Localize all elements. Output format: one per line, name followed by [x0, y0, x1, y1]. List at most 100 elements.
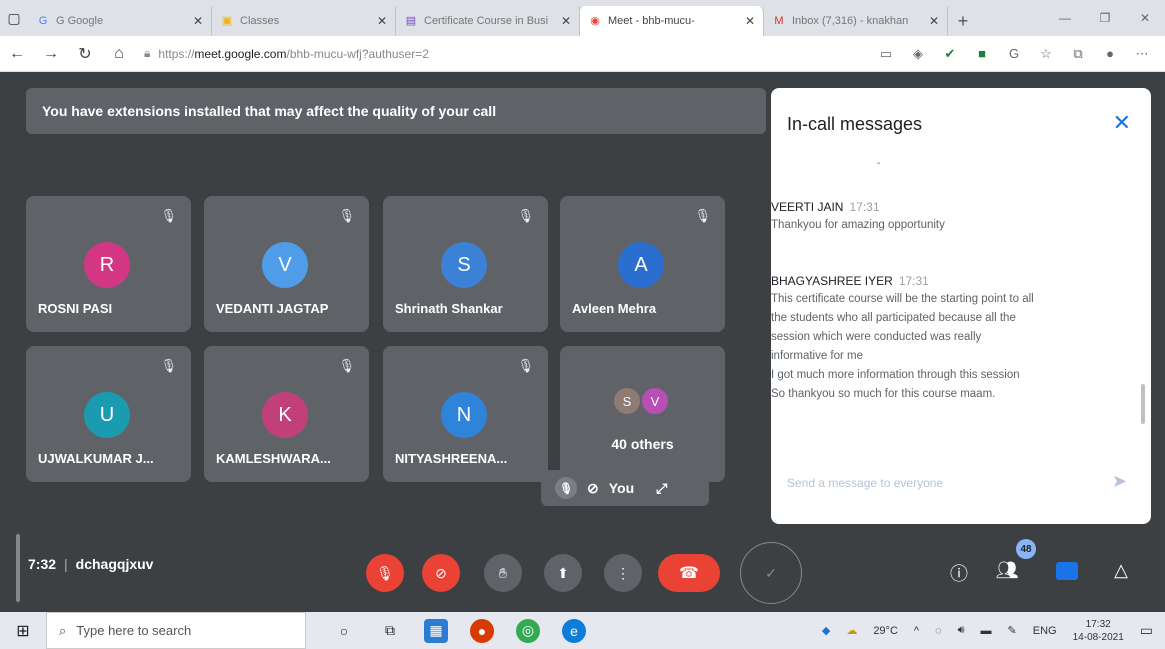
close-window-icon[interactable]: ✕ [1125, 11, 1165, 25]
check-ring-button[interactable]: ✓ [740, 542, 802, 604]
chat-message: BHAGYASHREE IYER 17:31 This certificate c… [771, 274, 1111, 404]
new-tab-button[interactable]: + [948, 6, 978, 36]
avatar-initial: V [278, 253, 292, 276]
separator: | [64, 556, 68, 572]
more-icon[interactable]: ⋯ [1133, 46, 1151, 62]
chevron-up-icon[interactable]: ^ [914, 625, 919, 637]
participant-tile[interactable]: 🎙︎ N NITYASHREENA... [383, 346, 548, 482]
mic-off-icon: 🎙︎ [160, 208, 177, 223]
refresh-icon[interactable]: ↻ [68, 44, 102, 64]
taskbar-search[interactable]: ⌕ Type here to search [46, 612, 306, 649]
tab-meet[interactable]: ◉ Meet - bhb-mucu- ✕ [580, 6, 764, 36]
present-icon: ⬆ [557, 564, 569, 581]
avatar: K [262, 392, 308, 438]
language-indicator[interactable]: ENG [1033, 625, 1057, 637]
network-icon[interactable]: ◌ [935, 625, 942, 637]
close-icon[interactable]: ✕ [377, 14, 387, 28]
sheets-extension-icon[interactable]: ■ [973, 46, 991, 61]
participant-tile[interactable]: 🎙︎ U UJWALKUMAR J... [26, 346, 191, 482]
url-path: /bhb-mucu-wfj?authuser=2 [286, 46, 429, 61]
participant-tile[interactable]: 🎙︎ R ROSNI PASI [26, 196, 191, 332]
edge-icon[interactable]: e [562, 618, 586, 643]
close-icon[interactable]: ✕ [929, 14, 939, 28]
home-icon[interactable]: ⌂ [102, 45, 136, 63]
participant-tile[interactable]: 🎙︎ A Avleen Mehra [560, 196, 725, 332]
meet-icon: ◉ [590, 15, 600, 27]
close-icon[interactable]: ✕ [1113, 110, 1131, 136]
maximize-icon[interactable]: ❐ [1085, 11, 1125, 25]
more-options-button[interactable]: ⋮ [604, 554, 642, 592]
favorites-icon[interactable]: ☆ [1037, 46, 1055, 62]
notifications-icon[interactable]: ▭ [1140, 622, 1153, 639]
check-extension-icon[interactable]: ✔ [941, 46, 959, 62]
avatar-initial: V [650, 393, 660, 409]
participant-tile[interactable]: 🎙︎ S Shrinath Shankar [383, 196, 548, 332]
profile-icon[interactable]: ● [1101, 46, 1119, 61]
pen-icon[interactable]: ✎ [1008, 624, 1017, 637]
chat-icon[interactable] [1056, 562, 1078, 580]
store-icon[interactable]: ▦ [424, 618, 448, 643]
raise-hand-button[interactable]: ✋︎ [484, 554, 522, 592]
participant-name: Shrinath Shankar [395, 301, 503, 316]
volume-icon[interactable]: 🔊︎ [958, 624, 965, 637]
people-icon[interactable]: 👥︎ [994, 560, 1020, 581]
chat-message-input[interactable]: Send a message to everyone [787, 476, 943, 490]
back-icon[interactable]: ← [0, 45, 34, 63]
clock[interactable]: 17:32 14-08-2021 [1073, 618, 1124, 644]
expand-icon[interactable]: ⤢ [656, 480, 667, 497]
gmail-icon: M [774, 15, 784, 27]
url-field[interactable]: 🔒︎ https:// meet.google.com /bhb-mucu-wf… [144, 46, 877, 61]
tab-gmail[interactable]: M Inbox (7,316) - knakhan ✕ [764, 6, 948, 36]
battery-icon[interactable]: ▬ [981, 625, 992, 637]
camera-toggle-button[interactable]: ⊘ [422, 554, 460, 592]
activities-icon[interactable]: △ [1108, 560, 1134, 581]
people-count-badge: 48 [1016, 539, 1036, 559]
close-icon[interactable]: ✕ [561, 14, 571, 28]
defender-icon[interactable]: ◆ [822, 624, 830, 637]
chrome-icon[interactable]: ◎ [516, 618, 540, 643]
leave-call-button[interactable]: ☎︎ [658, 554, 720, 592]
avatar-initial: U [99, 403, 115, 426]
temperature[interactable]: 29°C [873, 625, 898, 637]
windows-start-icon[interactable]: ⊞ [0, 621, 46, 641]
info-icon[interactable]: ⓘ [946, 560, 972, 586]
close-icon[interactable]: ✕ [745, 14, 755, 28]
extension-icons: ▭ ◈ ✔ ■ G ☆ ⧉ ● ⋯ [877, 46, 1151, 62]
classroom-icon: ▣ [221, 15, 233, 27]
camera-icon[interactable]: ▭ [877, 46, 895, 62]
tab-actions-icon[interactable]: ▢ [0, 0, 28, 36]
participant-tile[interactable]: 🎙︎ V VEDANTI JAGTAP [204, 196, 369, 332]
weather-icon[interactable]: ☁ [846, 624, 857, 637]
message-header: BHAGYASHREE IYER 17:31 [771, 274, 1111, 288]
extension-icon[interactable]: ◈ [909, 46, 927, 62]
collections-icon[interactable]: ⧉ [1069, 46, 1087, 62]
mic-off-icon: 🎙︎ [338, 358, 355, 373]
present-screen-button[interactable]: ⬆ [544, 554, 582, 592]
meeting-details[interactable]: 7:32 | dchagqjxuv [28, 556, 153, 572]
others-tile[interactable]: S V 40 others [560, 346, 725, 482]
clock-time: 17:32 [1085, 618, 1111, 630]
others-avatar: V [640, 386, 670, 416]
tab-title: Inbox (7,316) - knakhan [792, 15, 909, 27]
cortana-icon[interactable]: ○ [332, 619, 356, 643]
task-view-icon[interactable]: ⧉ [378, 619, 402, 643]
office-icon[interactable]: ● [470, 618, 494, 643]
avatar-initial: S [457, 253, 471, 276]
g-extension-icon[interactable]: G [1005, 46, 1023, 61]
chat-title: In-call messages [787, 114, 923, 134]
side-handle[interactable] [16, 534, 20, 602]
minimize-icon[interactable]: — [1045, 11, 1085, 25]
mic-off-icon: 🎙︎ [694, 208, 711, 223]
camera-off-icon: ⊘ [435, 564, 447, 581]
mic-toggle-button[interactable]: 🎙︎ [366, 554, 404, 592]
chat-scrollbar[interactable] [1141, 384, 1145, 424]
send-icon[interactable]: ➤ [1112, 471, 1127, 492]
tab-classes[interactable]: ▣ Classes ✕ [212, 6, 396, 36]
participant-tile[interactable]: 🎙︎ K KAMLESHWARA... [204, 346, 369, 482]
tab-google[interactable]: G G Google ✕ [28, 6, 212, 36]
tab-certificate-course[interactable]: ▤ Certificate Course in Busi ✕ [396, 6, 580, 36]
close-icon[interactable]: ✕ [193, 14, 203, 28]
self-label: You [608, 480, 635, 496]
self-view-bar[interactable]: 🎙︎ ⊘ You ⤢ [541, 470, 709, 506]
forward-icon[interactable]: → [34, 45, 68, 63]
